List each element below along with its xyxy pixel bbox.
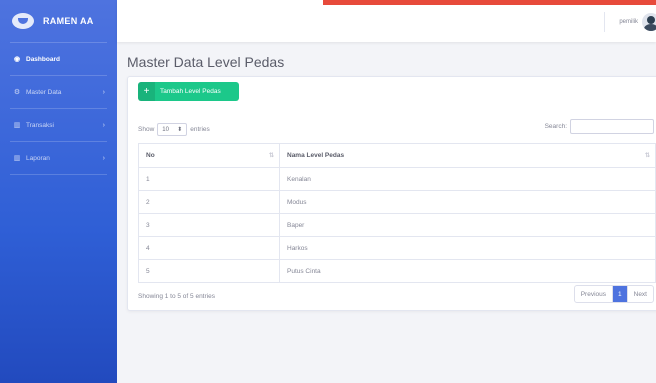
cell-name: Putus Cinta — [279, 259, 656, 283]
previous-button[interactable]: Previous — [575, 286, 612, 302]
table-row: 1 Kenalan — [138, 167, 656, 191]
column-header-name[interactable]: Nama Level Pedas ⇅ — [279, 143, 656, 168]
topbar-divider — [604, 12, 606, 32]
chart-icon: ▥ — [13, 122, 21, 129]
table-row: 2 Modus — [138, 190, 656, 214]
cell-name: Modus — [279, 190, 656, 214]
sidebar-item-master-data[interactable]: ⚙ Master Data › — [0, 76, 117, 108]
add-level-label: Tambah Level Pedas — [160, 88, 221, 95]
search-input[interactable] — [570, 119, 654, 134]
ramen-bowl-icon — [12, 13, 34, 29]
sort-icon: ⇅ — [268, 153, 274, 159]
table-row: 5 Putus Cinta — [138, 259, 656, 283]
gear-icon: ⚙ — [13, 89, 21, 96]
cell-name: Kenalan — [279, 167, 656, 191]
search-box: Search: — [545, 119, 654, 134]
page-1-button[interactable]: 1 — [612, 286, 627, 302]
username: pemilik — [619, 19, 638, 25]
sort-icon: ⇅ — [644, 153, 650, 159]
sort-toggle-icon: ⬍ — [177, 127, 183, 133]
entries-length: Show 10 ⬍ entries — [138, 123, 210, 136]
alert-strip — [323, 0, 656, 5]
chevron-right-icon: › — [102, 121, 105, 129]
sidebar-item-label: Laporan — [26, 154, 50, 162]
user-dropdown[interactable]: pemilik — [604, 12, 656, 32]
sidebar-item-laporan[interactable]: ▥ Laporan › — [0, 142, 117, 174]
cell-name: Harkos — [279, 236, 656, 260]
level-table: No ⇅ Nama Level Pedas ⇅ 1 Kenalan 2 Modu… — [138, 143, 656, 283]
search-label: Search: — [544, 123, 567, 130]
chevron-right-icon: › — [102, 88, 105, 96]
table-row: 4 Harkos — [138, 236, 656, 260]
sidebar-item-dashboard[interactable]: ◉ Dashboard — [0, 43, 117, 75]
cell-name: Baper — [279, 213, 656, 237]
page-title: Master Data Level Pedas — [127, 54, 285, 70]
topbar: pemilik — [117, 0, 656, 42]
sidebar-item-transaksi[interactable]: ▥ Transaksi › — [0, 109, 117, 141]
sidebar-item-label: Master Data — [26, 88, 62, 96]
cell-no: 3 — [138, 213, 280, 237]
cell-no: 1 — [138, 167, 280, 191]
entries-select-value: 10 — [162, 126, 169, 133]
sidebar-divider — [10, 174, 107, 175]
entries-label: entries — [190, 126, 210, 133]
cell-no: 4 — [138, 236, 280, 260]
cell-no: 2 — [138, 190, 280, 214]
sidebar: RAMEN AA ◉ Dashboard ⚙ Master Data › ▥ T… — [0, 0, 117, 383]
chart-icon: ▥ — [13, 155, 21, 162]
plus-icon: + — [138, 82, 155, 101]
chevron-right-icon: › — [102, 154, 105, 162]
sidebar-item-label: Transaksi — [26, 121, 54, 129]
table-info: Showing 1 to 5 of 5 entries — [138, 293, 215, 300]
pagination: Previous 1 Next — [573, 285, 654, 303]
avatar — [642, 13, 656, 31]
speedometer-icon: ◉ — [13, 56, 21, 63]
cell-no: 5 — [138, 259, 280, 283]
brand[interactable]: RAMEN AA — [0, 0, 117, 42]
column-header-no[interactable]: No ⇅ — [138, 143, 280, 168]
entries-select[interactable]: 10 ⬍ — [157, 123, 188, 136]
sidebar-item-label: Dashboard — [26, 55, 60, 63]
brand-name: RAMEN AA — [43, 16, 94, 26]
add-level-button[interactable]: + Tambah Level Pedas — [138, 82, 239, 101]
data-card: + Tambah Level Pedas Show 10 ⬍ entries S… — [127, 76, 656, 311]
next-button[interactable]: Next — [626, 286, 653, 302]
show-label: Show — [138, 126, 155, 133]
table-header-row: No ⇅ Nama Level Pedas ⇅ — [138, 143, 656, 168]
table-row: 3 Baper — [138, 213, 656, 237]
